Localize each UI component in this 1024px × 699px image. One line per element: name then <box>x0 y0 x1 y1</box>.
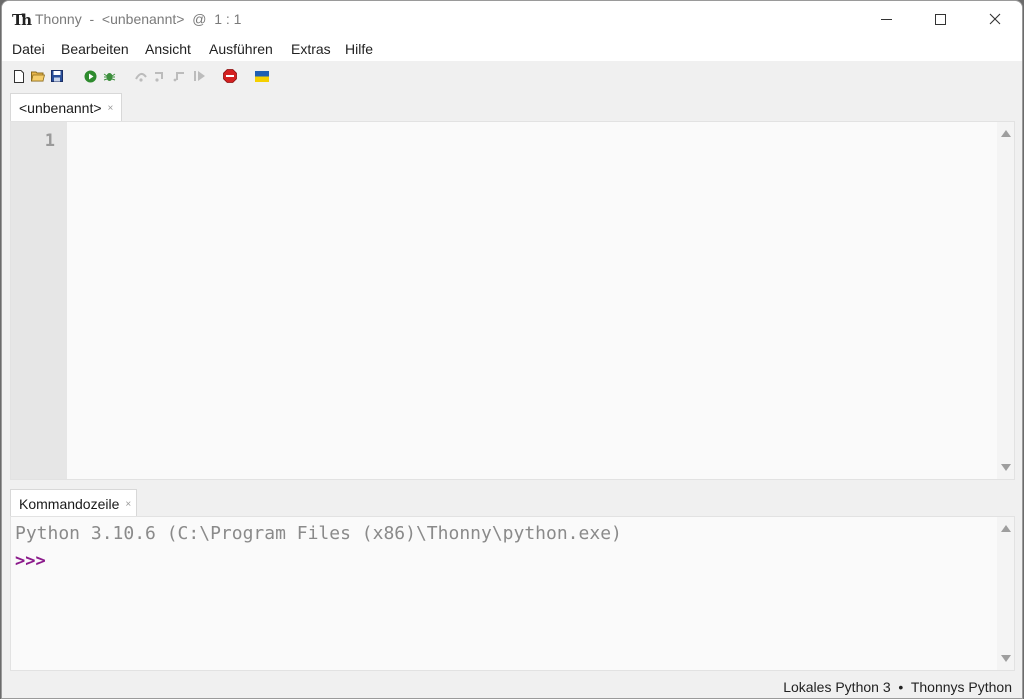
tab-label: Kommandozeile <box>19 496 120 512</box>
menu-datei[interactable]: Datei <box>12 41 45 57</box>
tab-label: <unbenannt> <box>19 100 102 116</box>
tab-close-icon[interactable]: × <box>108 103 114 114</box>
line-number-gutter: 1 <box>11 122 67 479</box>
step-over-button[interactable] <box>134 69 148 83</box>
debug-icon <box>103 72 115 81</box>
new-file-button[interactable] <box>12 69 26 83</box>
debug-button[interactable] <box>102 69 116 83</box>
tab-kommandozeile[interactable]: Kommandozeile × <box>10 489 137 517</box>
minimize-icon <box>880 18 892 20</box>
step-into-icon <box>155 72 163 82</box>
maximize-icon <box>934 13 946 25</box>
scroll-up-icon[interactable] <box>1001 130 1011 137</box>
run-icon <box>84 70 96 82</box>
shell-prompt: >>> <box>15 551 46 571</box>
stop-icon <box>223 69 237 83</box>
python-version-banner: Python 3.10.6 (C:\Program Files (x86)\Th… <box>15 523 622 544</box>
resume-icon <box>193 71 205 81</box>
toolbar <box>2 61 1022 91</box>
scroll-up-icon[interactable] <box>1001 525 1011 532</box>
step-into-button[interactable] <box>153 69 167 83</box>
stop-button[interactable] <box>223 69 237 83</box>
tab-close-icon[interactable]: × <box>125 499 131 510</box>
menu-bar: Datei Bearbeiten Ansicht Ausführen Extra… <box>2 37 1022 61</box>
new-file-icon <box>14 69 24 83</box>
status-bar: Lokales Python 3 • Thonnys Python <box>2 675 1022 698</box>
interpreter-selector[interactable]: Lokales Python 3 • Thonnys Python <box>783 679 1012 695</box>
open-file-icon <box>31 71 45 82</box>
resume-button[interactable] <box>192 69 206 83</box>
close-icon <box>989 13 1001 25</box>
tab-unbenannt[interactable]: <unbenannt> × <box>10 93 122 121</box>
thonny-logo-icon: Th <box>12 11 32 29</box>
minimize-button[interactable] <box>863 1 909 37</box>
run-button[interactable] <box>83 69 97 83</box>
window-title: Thonny - <unbenannt> @ 1 : 1 <box>35 11 242 27</box>
line-number: 1 <box>44 131 55 151</box>
open-file-button[interactable] <box>31 69 45 83</box>
editor-scrollbar[interactable] <box>997 122 1014 479</box>
menu-ansicht[interactable]: Ansicht <box>145 41 191 57</box>
code-editor[interactable]: 1 <box>10 121 1015 480</box>
maximize-button[interactable] <box>917 1 963 37</box>
shell-scrollbar[interactable] <box>997 517 1014 670</box>
editor-tab-bar: <unbenannt> × <box>2 93 1022 121</box>
step-out-button[interactable] <box>173 69 187 83</box>
support-ukraine-button[interactable] <box>255 69 269 83</box>
scroll-down-icon[interactable] <box>1001 464 1011 471</box>
step-out-icon <box>173 72 184 82</box>
title-bar[interactable]: Th Thonny - <unbenannt> @ 1 : 1 <box>2 1 1022 37</box>
close-button[interactable] <box>972 1 1018 37</box>
save-icon <box>51 70 63 82</box>
ukraine-flag-icon <box>255 70 269 82</box>
scroll-down-icon[interactable] <box>1001 655 1011 662</box>
menu-bearbeiten[interactable]: Bearbeiten <box>61 41 129 57</box>
menu-ausfuehren[interactable]: Ausführen <box>209 41 273 57</box>
menu-hilfe[interactable]: Hilfe <box>345 41 373 57</box>
shell-console[interactable]: Python 3.10.6 (C:\Program Files (x86)\Th… <box>10 516 1015 671</box>
step-over-icon <box>135 73 147 82</box>
menu-extras[interactable]: Extras <box>291 41 331 57</box>
thonny-window: Th Thonny - <unbenannt> @ 1 : 1 Datei Be… <box>1 0 1023 699</box>
shell-tab-bar: Kommandozeile × <box>2 489 1022 517</box>
save-button[interactable] <box>50 69 64 83</box>
